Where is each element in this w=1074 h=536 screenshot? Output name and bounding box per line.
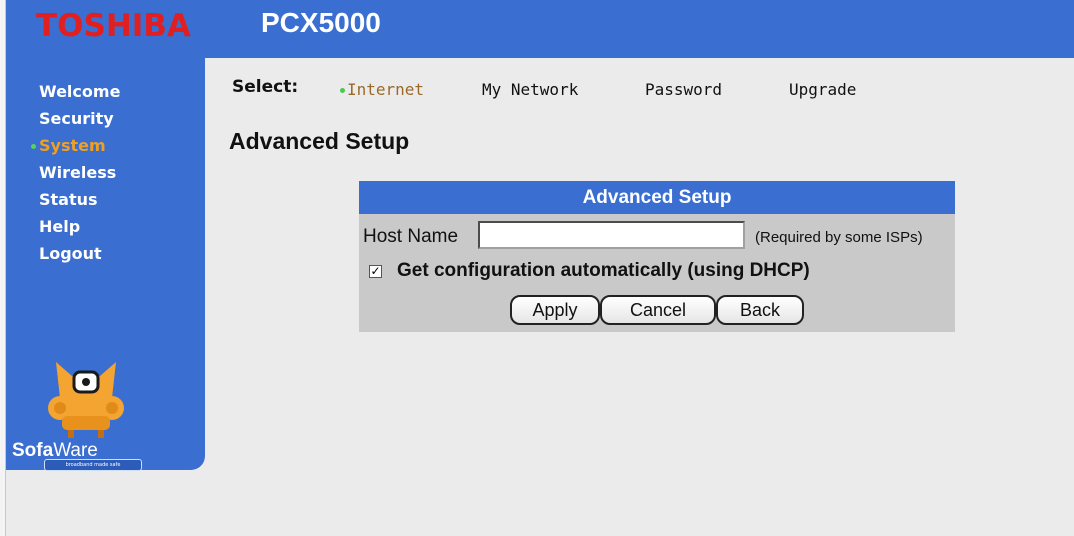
product-name: PCX5000 [261, 7, 381, 38]
logo-tagline: broadband made safe [44, 459, 142, 471]
sidebar-item-security[interactable]: Security [39, 105, 120, 132]
sidebar-item-label: Security [39, 109, 114, 128]
sidebar-item-logout[interactable]: Logout [39, 240, 120, 267]
sidebar-item-system[interactable]: System [31, 132, 120, 159]
sidebar-nav: Welcome Security System Wireless Status … [31, 78, 120, 267]
header-bar: TOSHIBA PCX5000 [6, 0, 1074, 58]
dhcp-checkbox[interactable]: ✓ [369, 265, 382, 278]
sidebar-item-help[interactable]: Help [39, 213, 120, 240]
green-dot-icon [340, 88, 345, 93]
panel-header: Advanced Setup [359, 181, 955, 214]
sidebar-item-label: Help [39, 217, 81, 236]
tab-label: Password [645, 80, 723, 99]
sidebar-item-label: Logout [39, 244, 102, 263]
sidebar-item-label: Status [39, 190, 98, 209]
tab-password[interactable]: Password [645, 80, 722, 99]
footer-area [6, 470, 206, 536]
cancel-button[interactable]: Cancel [600, 295, 716, 325]
host-name-input[interactable] [478, 221, 745, 249]
sidebar-item-label: Welcome [39, 82, 121, 101]
tab-upgrade[interactable]: Upgrade [789, 80, 856, 99]
advanced-setup-panel: Advanced Setup Host Name (Required by so… [359, 181, 955, 332]
apply-button[interactable]: Apply [510, 295, 600, 325]
tab-my-network[interactable]: My Network [482, 80, 578, 99]
back-button[interactable]: Back [716, 295, 804, 325]
tab-label: Upgrade [789, 80, 857, 99]
dhcp-label: Get configuration automatically (using D… [397, 260, 810, 281]
host-name-label: Host Name [363, 226, 459, 247]
tab-label: My Network [482, 80, 579, 99]
brand-logo: TOSHIBA [36, 8, 191, 44]
sidebar-item-label: Wireless [39, 163, 117, 182]
host-name-hint: (Required by some ISPs) [755, 229, 923, 246]
logo-name-regular: Ware [53, 440, 98, 461]
sidebar-item-status[interactable]: Status [39, 186, 120, 213]
page-title: Advanced Setup [229, 128, 410, 154]
select-label: Select: [232, 77, 299, 97]
logo-name-bold: Sofa [12, 440, 54, 461]
sidebar-item-label: System [39, 136, 106, 155]
sidebar: Welcome Security System Wireless Status … [6, 58, 205, 471]
tab-label: Internet [347, 80, 425, 99]
sidebar-item-wireless[interactable]: Wireless [39, 159, 120, 186]
tab-internet[interactable]: Internet [340, 80, 424, 99]
green-dot-icon [31, 144, 36, 149]
sidebar-item-welcome[interactable]: Welcome [39, 78, 120, 105]
